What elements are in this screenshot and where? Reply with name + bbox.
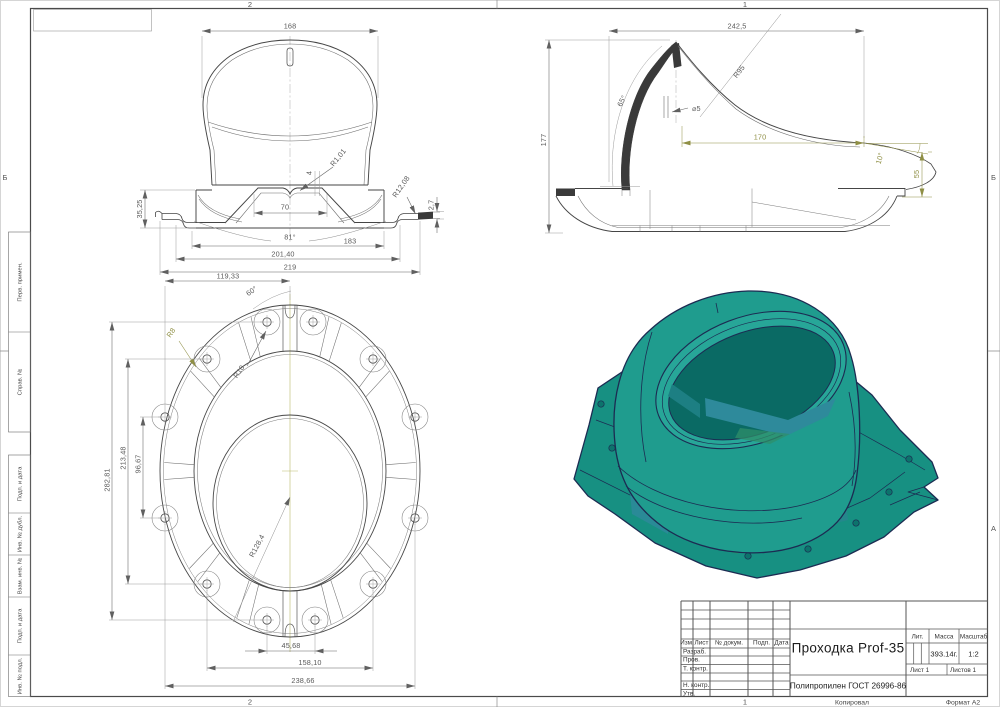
- dim-158-10: 158,10: [298, 658, 321, 667]
- stamp-label: Подп. и дата: [18, 608, 24, 643]
- dim-96-67: 96,67: [134, 454, 143, 473]
- dim-238-66: 238,66: [291, 676, 314, 685]
- dim-d5: ⌀5: [692, 104, 701, 113]
- pan-left-hatch: [556, 189, 575, 197]
- dim-35-25: 35,25: [135, 199, 144, 218]
- dim-81: 81°: [284, 233, 296, 242]
- tb-col-docnum: № докум.: [715, 640, 743, 647]
- dim-170: 170: [754, 133, 767, 142]
- zone-right-b: Б: [991, 173, 996, 182]
- flange-right-hatch: [418, 212, 433, 220]
- stamp-label: Подп. и дата: [18, 466, 24, 501]
- stamp-label: Инв. № подл.: [17, 657, 24, 694]
- dim-4: 4: [305, 171, 314, 175]
- drawing-title: Проходка Prof-35: [792, 641, 905, 656]
- sheets-total: Листов 1: [950, 667, 977, 674]
- zone-top-2: 2: [248, 0, 252, 9]
- sheet-number: Лист 1: [910, 667, 930, 674]
- dim-242-5: 242,5: [727, 22, 746, 31]
- dim-168: 168: [284, 22, 297, 31]
- tb-role-utv: Утв.: [683, 691, 695, 698]
- stamp-label: Взам. инв. №: [17, 558, 24, 595]
- tb-mass-label: Масса: [935, 634, 954, 641]
- dim-282-81: 282,81: [103, 468, 112, 491]
- dim-183: 183: [344, 237, 357, 246]
- dim-2-7: 2,7: [427, 200, 436, 211]
- dim-177: 177: [539, 134, 548, 147]
- dim-201-40: 201,40: [271, 250, 294, 259]
- zone-bottom-2: 2: [248, 698, 252, 707]
- tb-role-razrab: Разраб.: [683, 648, 706, 656]
- tb-lit-label: Лит.: [912, 634, 924, 641]
- tb-col-data: Дата: [774, 640, 789, 647]
- zone-left-b: Б: [3, 173, 8, 182]
- tb-role-tkontr: Т. контр.: [683, 666, 708, 673]
- material-spec: Полипропилен ГОСТ 26996-86: [790, 682, 907, 691]
- drawing-sheet: 2 1 2 1 Б А Б Перв. примен. Справ. № Под…: [0, 0, 1000, 707]
- dim-219: 219: [284, 263, 297, 272]
- dim-119-33: 119,33: [217, 272, 240, 281]
- tb-col-podp: Подп.: [753, 640, 770, 647]
- tb-col-izm: Изм.: [680, 640, 694, 647]
- tb-role-prov: Пров.: [683, 657, 700, 664]
- zone-top-1: 1: [743, 0, 747, 9]
- zone-right-a: А: [991, 524, 996, 533]
- tb-scale-label: Масштаб: [960, 633, 988, 641]
- stamp-label: Инв. № дубл.: [17, 515, 24, 552]
- tb-role-nkontr: Н. контр.: [683, 682, 710, 689]
- mass-value: 393.14г.: [930, 650, 957, 659]
- format-label: Формат А2: [946, 700, 981, 707]
- tb-col-list: Лист: [695, 640, 709, 647]
- dim-70: 70: [281, 203, 289, 212]
- scale-value: 1:2: [968, 650, 979, 659]
- drawing-canvas: 2 1 2 1 Б А Б Перв. примен. Справ. № Под…: [0, 0, 1000, 707]
- dim-55: 55: [912, 170, 921, 178]
- stamp-label: Перв. примен.: [18, 262, 24, 302]
- dim-45-68: 45,68: [281, 641, 300, 650]
- zone-bottom-1: 1: [743, 698, 747, 707]
- dim-213-48: 213,48: [119, 446, 128, 469]
- stamp-label: Справ. №: [17, 369, 24, 396]
- copied-label: Копировал: [835, 700, 869, 707]
